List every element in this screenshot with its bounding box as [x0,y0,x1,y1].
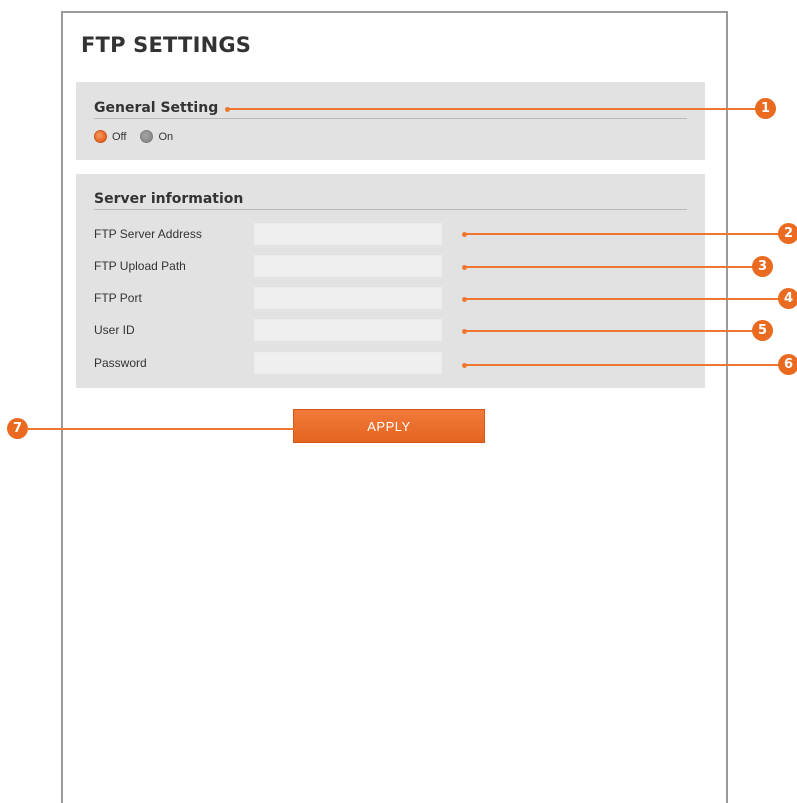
callout-3-badge: 3 [752,256,773,277]
server-information-panel: Server information FTP Server Address FT… [76,174,705,388]
password-input[interactable] [254,352,442,374]
callout-2-badge: 2 [778,223,797,244]
callout-6-badge: 6 [778,354,797,375]
field-row-upload-path: FTP Upload Path [94,255,454,277]
callout-2-line [466,233,784,235]
user-id-label: User ID [94,323,135,337]
general-setting-divider [94,118,687,119]
field-row-server-address: FTP Server Address [94,223,454,245]
radio-on[interactable] [140,130,154,143]
ftp-port-input[interactable] [254,287,442,309]
field-row-user-id: User ID [94,319,454,341]
server-information-divider [94,209,687,210]
user-id-input[interactable] [254,319,442,341]
ftp-upload-path-input[interactable] [254,255,442,277]
callout-7-line [26,428,294,430]
general-setting-title: General Setting [94,100,219,116]
ftp-server-address-label: FTP Server Address [94,227,202,241]
general-setting-panel: General Setting Off On [76,82,705,160]
callout-7-badge: 7 [7,418,28,439]
ftp-port-label: FTP Port [94,291,142,305]
callout-3-line [466,266,758,268]
password-label: Password [94,356,147,370]
page-title: FTP SETTINGS [81,33,252,57]
ftp-upload-path-label: FTP Upload Path [94,259,186,273]
field-row-ftp-port: FTP Port [94,287,454,309]
callout-1-line [229,108,761,110]
server-information-title: Server information [94,191,244,207]
callout-6-line [466,364,784,366]
radio-off-label[interactable]: Off [112,131,126,143]
callout-1-badge: 1 [755,98,776,119]
callout-4-line [466,298,784,300]
callout-5-line [466,330,758,332]
general-setting-radio-group: Off On [94,130,187,143]
callout-5-badge: 5 [752,320,773,341]
radio-off[interactable] [94,130,107,143]
apply-button[interactable]: APPLY [293,409,485,443]
field-row-password: Password [94,352,454,374]
radio-on-label[interactable]: On [158,131,173,143]
ftp-server-address-input[interactable] [254,223,442,245]
callout-4-badge: 4 [778,288,797,309]
